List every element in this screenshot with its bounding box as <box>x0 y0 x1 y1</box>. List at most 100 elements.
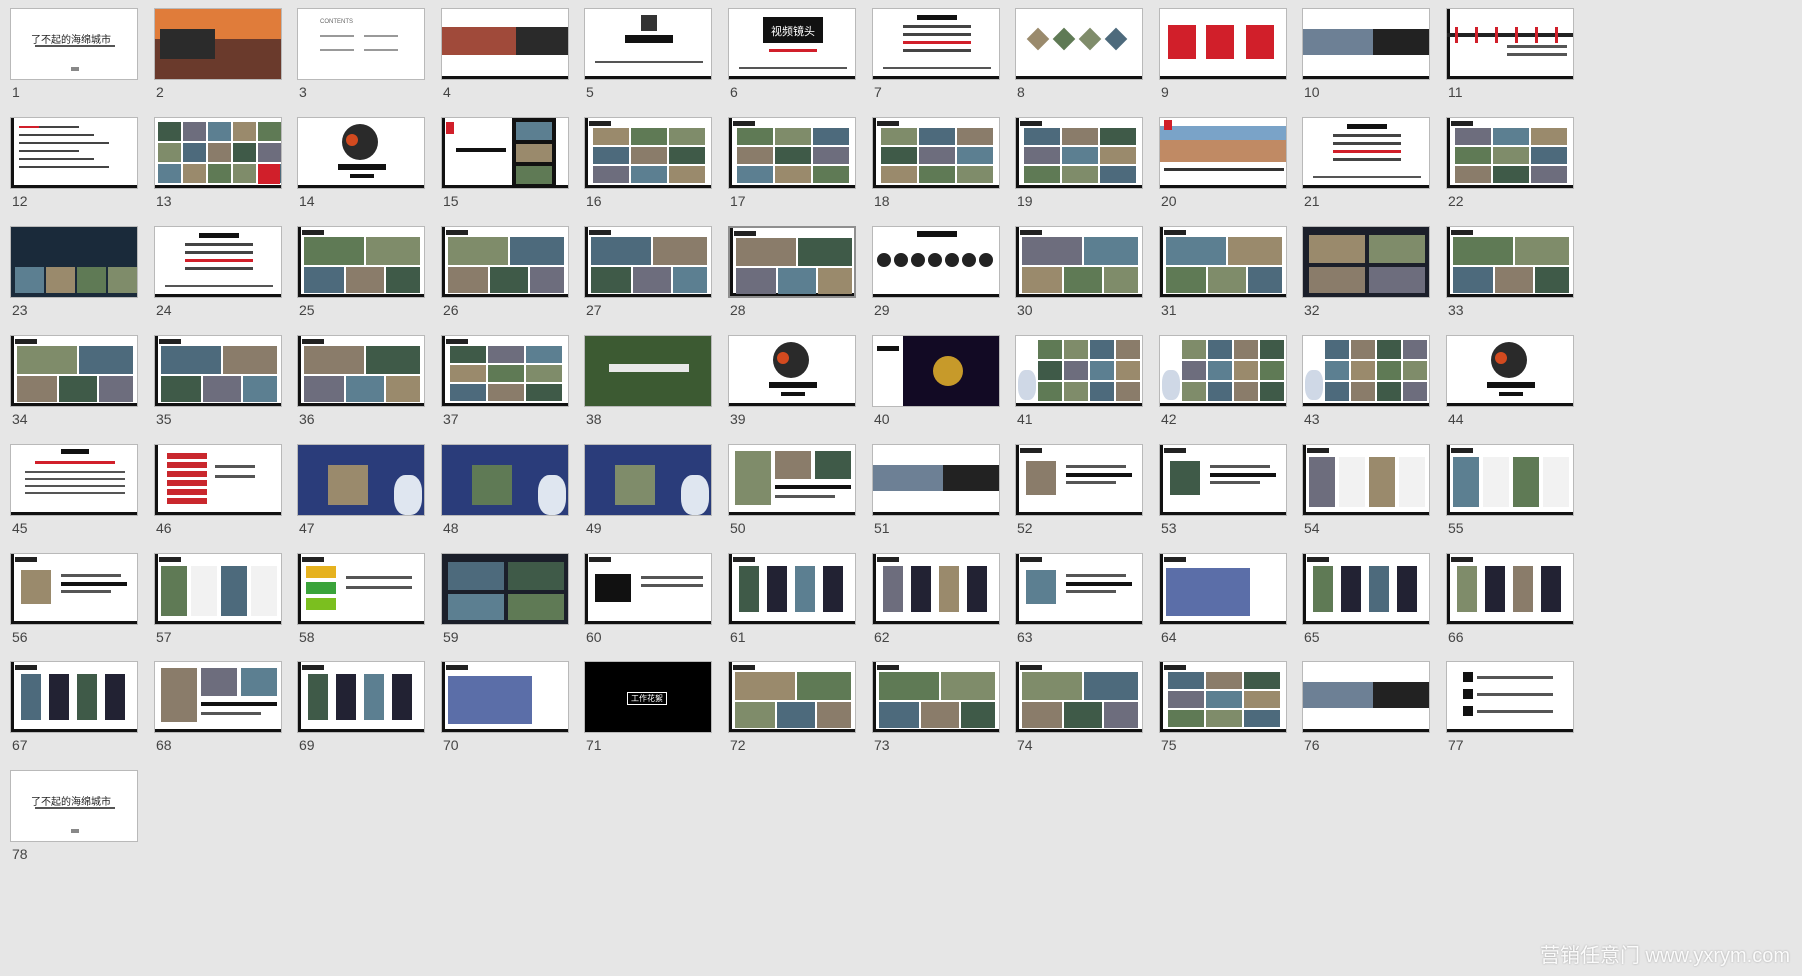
slide-preview[interactable] <box>1302 335 1430 407</box>
slide-thumbnail-36[interactable]: 36 <box>297 335 425 431</box>
slide-preview[interactable]: 视频镜头 <box>728 8 856 80</box>
slide-thumbnail-58[interactable]: 58 <box>297 553 425 649</box>
slide-thumbnail-10[interactable]: 10 <box>1302 8 1430 104</box>
slide-thumbnail-46[interactable]: 46 <box>154 444 282 540</box>
slide-preview[interactable] <box>872 553 1000 625</box>
slide-preview[interactable] <box>728 553 856 625</box>
slide-thumbnail-45[interactable]: 45 <box>10 444 138 540</box>
slide-preview[interactable] <box>297 553 425 625</box>
slide-preview[interactable] <box>1302 661 1430 733</box>
slide-preview[interactable] <box>728 226 856 298</box>
slide-preview[interactable] <box>154 226 282 298</box>
slide-thumbnail-8[interactable]: 8 <box>1015 8 1143 104</box>
slide-preview[interactable] <box>10 117 138 189</box>
slide-preview[interactable] <box>441 553 569 625</box>
slide-thumbnail-42[interactable]: 42 <box>1159 335 1287 431</box>
slide-thumbnail-60[interactable]: 60 <box>584 553 712 649</box>
slide-preview[interactable] <box>10 335 138 407</box>
slide-thumbnail-1[interactable]: 了不起的海绵城市 1 <box>10 8 138 104</box>
slide-thumbnail-64[interactable]: 64 <box>1159 553 1287 649</box>
slide-preview[interactable] <box>872 335 1000 407</box>
slide-preview[interactable] <box>1015 444 1143 516</box>
slide-preview[interactable] <box>297 117 425 189</box>
slide-preview[interactable] <box>584 226 712 298</box>
slide-thumbnail-22[interactable]: 22 <box>1446 117 1574 213</box>
slide-thumbnail-48[interactable]: 48 <box>441 444 569 540</box>
slide-thumbnail-16[interactable]: 16 <box>584 117 712 213</box>
slide-preview[interactable] <box>584 444 712 516</box>
slide-thumbnail-74[interactable]: 74 <box>1015 661 1143 757</box>
slide-thumbnail-2[interactable]: 2 <box>154 8 282 104</box>
slide-thumbnail-55[interactable]: 55 <box>1446 444 1574 540</box>
slide-preview[interactable] <box>297 335 425 407</box>
slide-thumbnail-29[interactable]: 29 <box>872 226 1000 322</box>
slide-thumbnail-24[interactable]: 24 <box>154 226 282 322</box>
slide-thumbnail-41[interactable]: 41 <box>1015 335 1143 431</box>
slide-preview[interactable] <box>441 226 569 298</box>
slide-thumbnail-68[interactable]: 68 <box>154 661 282 757</box>
slide-preview[interactable] <box>1302 226 1430 298</box>
slide-preview[interactable] <box>154 553 282 625</box>
slide-thumbnail-65[interactable]: 65 <box>1302 553 1430 649</box>
slide-thumbnail-7[interactable]: 7 <box>872 8 1000 104</box>
slide-thumbnail-14[interactable]: 14 <box>297 117 425 213</box>
slide-thumbnail-4[interactable]: 4 <box>441 8 569 104</box>
slide-preview[interactable] <box>10 661 138 733</box>
slide-thumbnail-43[interactable]: 43 <box>1302 335 1430 431</box>
slide-thumbnail-70[interactable]: 70 <box>441 661 569 757</box>
slide-thumbnail-50[interactable]: 50 <box>728 444 856 540</box>
slide-thumbnail-30[interactable]: 30 <box>1015 226 1143 322</box>
slide-thumbnail-17[interactable]: 17 <box>728 117 856 213</box>
slide-preview[interactable] <box>584 553 712 625</box>
slide-thumbnail-56[interactable]: 56 <box>10 553 138 649</box>
slide-preview[interactable] <box>1015 8 1143 80</box>
slide-thumbnail-15[interactable]: 15 <box>441 117 569 213</box>
slide-preview[interactable] <box>872 661 1000 733</box>
slide-preview[interactable] <box>1159 8 1287 80</box>
slide-preview[interactable]: 了不起的海绵城市 <box>10 770 138 842</box>
slide-preview[interactable] <box>728 661 856 733</box>
slide-thumbnail-47[interactable]: 47 <box>297 444 425 540</box>
slide-preview[interactable] <box>10 553 138 625</box>
slide-thumbnail-51[interactable]: 51 <box>872 444 1000 540</box>
slide-thumbnail-5[interactable]: 5 <box>584 8 712 104</box>
slide-preview[interactable] <box>297 661 425 733</box>
slide-preview[interactable] <box>584 117 712 189</box>
slide-preview[interactable]: 了不起的海绵城市 <box>10 8 138 80</box>
slide-preview[interactable] <box>1446 553 1574 625</box>
slide-thumbnail-11[interactable]: 11 <box>1446 8 1574 104</box>
slide-preview[interactable] <box>728 444 856 516</box>
slide-thumbnail-69[interactable]: 69 <box>297 661 425 757</box>
slide-thumbnail-52[interactable]: 52 <box>1015 444 1143 540</box>
slide-preview[interactable] <box>1302 117 1430 189</box>
slide-preview[interactable] <box>872 444 1000 516</box>
slide-thumbnail-34[interactable]: 34 <box>10 335 138 431</box>
slide-thumbnail-44[interactable]: 44 <box>1446 335 1574 431</box>
slide-thumbnail-37[interactable]: 37 <box>441 335 569 431</box>
slide-preview[interactable] <box>728 335 856 407</box>
slide-thumbnail-73[interactable]: 73 <box>872 661 1000 757</box>
slide-preview[interactable] <box>1302 8 1430 80</box>
slide-thumbnail-63[interactable]: 63 <box>1015 553 1143 649</box>
slide-preview[interactable] <box>1159 117 1287 189</box>
slide-preview[interactable] <box>728 117 856 189</box>
slide-thumbnail-71[interactable]: 工作花絮 71 <box>584 661 712 757</box>
slide-preview[interactable] <box>297 226 425 298</box>
slide-preview[interactable] <box>1302 444 1430 516</box>
slide-thumbnail-32[interactable]: 32 <box>1302 226 1430 322</box>
slide-preview[interactable] <box>1446 117 1574 189</box>
slide-preview[interactable] <box>10 226 138 298</box>
slide-thumbnail-26[interactable]: 26 <box>441 226 569 322</box>
slide-preview[interactable] <box>154 335 282 407</box>
slide-preview[interactable] <box>584 8 712 80</box>
slide-thumbnail-66[interactable]: 66 <box>1446 553 1574 649</box>
slide-thumbnail-12[interactable]: 12 <box>10 117 138 213</box>
slide-thumbnail-62[interactable]: 62 <box>872 553 1000 649</box>
slide-preview[interactable] <box>1446 226 1574 298</box>
slide-preview[interactable] <box>1159 444 1287 516</box>
slide-thumbnail-35[interactable]: 35 <box>154 335 282 431</box>
slide-thumbnail-28[interactable]: 28 <box>728 226 856 322</box>
slide-thumbnail-6[interactable]: 视频镜头 6 <box>728 8 856 104</box>
slide-thumbnail-61[interactable]: 61 <box>728 553 856 649</box>
slide-thumbnail-13[interactable]: 13 <box>154 117 282 213</box>
